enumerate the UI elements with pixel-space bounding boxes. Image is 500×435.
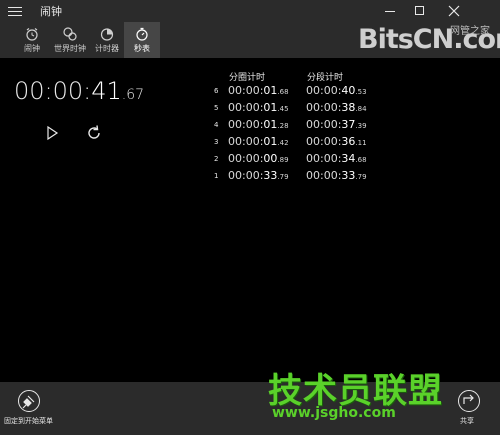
pin-icon-circle [18,390,40,412]
watermark-jsgho: 技术员联盟 www.jsgho.com [268,363,458,423]
lap-total-main: 00:00: [228,118,264,131]
watermark-subtext: 网管之家 [450,26,490,37]
lap-total-seconds: 01 [263,135,278,148]
maximize-button[interactable] [402,0,438,22]
lap-split-centis: .39 [355,122,367,130]
tab-timer[interactable]: 计时器 [90,22,124,58]
share-icon [463,394,474,404]
lap-index: 3 [214,138,219,146]
lap-index: 4 [214,121,219,129]
lap-total-time: 00:00:00.89 [228,152,289,165]
lap-row: 1 00:00:33.79 00:00:33.79 [0,169,500,186]
lap-total-main: 00:00: [228,84,264,97]
watermark-url: www.jsgho.com [272,405,396,421]
lap-total-seconds: 01 [263,101,278,114]
lap-split-main: 00:00: [306,152,342,165]
lap-row: 6 00:00:01.68 00:00:40.53 [0,84,500,101]
tab-label: 闹钟 [24,44,40,53]
lap-split-time: 00:00:38.84 [306,101,367,114]
lap-total-time: 00:00:01.68 [228,84,289,97]
lap-total-centis: .45 [277,105,289,113]
tab-stopwatch[interactable]: 秒表 [124,22,160,58]
lap-index: 5 [214,104,219,112]
timer-icon [100,28,114,41]
tab-label: 计时器 [95,44,119,53]
lap-split-centis: .53 [355,88,367,96]
pin-to-start-button[interactable]: 固定到开始菜单 [4,390,64,432]
world-clock-icon [63,27,77,41]
lap-split-main: 00:00: [306,169,342,182]
watermark-bitscn: BitsCN.com 网管之家 [348,22,500,58]
lap-total-time: 00:00:01.45 [228,101,289,114]
lap-split-seconds: 36 [341,135,356,148]
pin-icon [22,395,35,409]
lap-total-centis: .79 [277,173,289,181]
lap-row: 5 00:00:01.45 00:00:38.84 [0,101,500,118]
lap-split-time: 00:00:33.79 [306,169,367,182]
lap-header-split: 分段计时 [307,73,344,83]
lap-index: 2 [214,155,219,163]
tab-alarm[interactable]: 闹钟 [14,22,50,58]
lap-split-main: 00:00: [306,84,342,97]
lap-total-time: 00:00:01.28 [228,118,289,131]
tab-world-clock[interactable]: 世界时钟 [50,22,90,58]
pin-label: 固定到开始菜单 [4,417,53,425]
lap-index: 1 [214,172,219,180]
lap-split-time: 00:00:37.39 [306,118,367,131]
lap-header-total: 分圈计时 [229,73,266,83]
lap-split-time: 00:00:36.11 [306,135,367,148]
lap-total-centis: .42 [277,139,289,147]
lap-split-seconds: 38 [341,101,356,114]
lap-split-time: 00:00:40.53 [306,84,367,97]
lap-row: 2 00:00:00.89 00:00:34.68 [0,152,500,169]
lap-total-time: 00:00:01.42 [228,135,289,148]
app-title: 闹钟 [40,5,62,18]
tab-label: 秒表 [134,44,150,53]
lap-split-seconds: 34 [341,152,356,165]
lap-total-seconds: 01 [263,84,278,97]
lap-split-main: 00:00: [306,135,342,148]
lap-total-centis: .89 [277,156,289,164]
alarm-icon [26,28,38,41]
title-bar: 闹钟 [0,0,500,22]
lap-total-main: 00:00: [228,152,264,165]
hamburger-menu-icon[interactable] [8,4,22,18]
lap-split-centis: .79 [355,173,367,181]
lap-total-centis: .28 [277,122,289,130]
tab-label: 世界时钟 [54,44,86,53]
lap-split-centis: .11 [355,139,367,147]
lap-row: 3 00:00:01.42 00:00:36.11 [0,135,500,152]
stopwatch-icon [136,27,148,41]
lap-split-seconds: 40 [341,84,356,97]
close-button[interactable] [436,0,472,22]
lap-total-main: 00:00: [228,169,264,182]
lap-total-main: 00:00: [228,101,264,114]
lap-split-centis: .84 [355,105,367,113]
lap-split-seconds: 33 [341,169,356,182]
lap-index: 6 [214,87,219,95]
close-icon [448,5,460,17]
lap-split-main: 00:00: [306,118,342,131]
share-icon-circle [458,390,480,412]
lap-total-centis: .68 [277,88,289,96]
lap-total-main: 00:00: [228,135,264,148]
lap-total-seconds: 00 [263,152,278,165]
lap-total-time: 00:00:33.79 [228,169,289,182]
lap-split-centis: .68 [355,156,367,164]
lap-split-time: 00:00:34.68 [306,152,367,165]
lap-split-seconds: 37 [341,118,356,131]
lap-total-seconds: 01 [263,118,278,131]
lap-split-main: 00:00: [306,101,342,114]
lap-row: 4 00:00:01.28 00:00:37.39 [0,118,500,135]
lap-total-seconds: 33 [263,169,278,182]
share-label: 共享 [460,417,474,425]
